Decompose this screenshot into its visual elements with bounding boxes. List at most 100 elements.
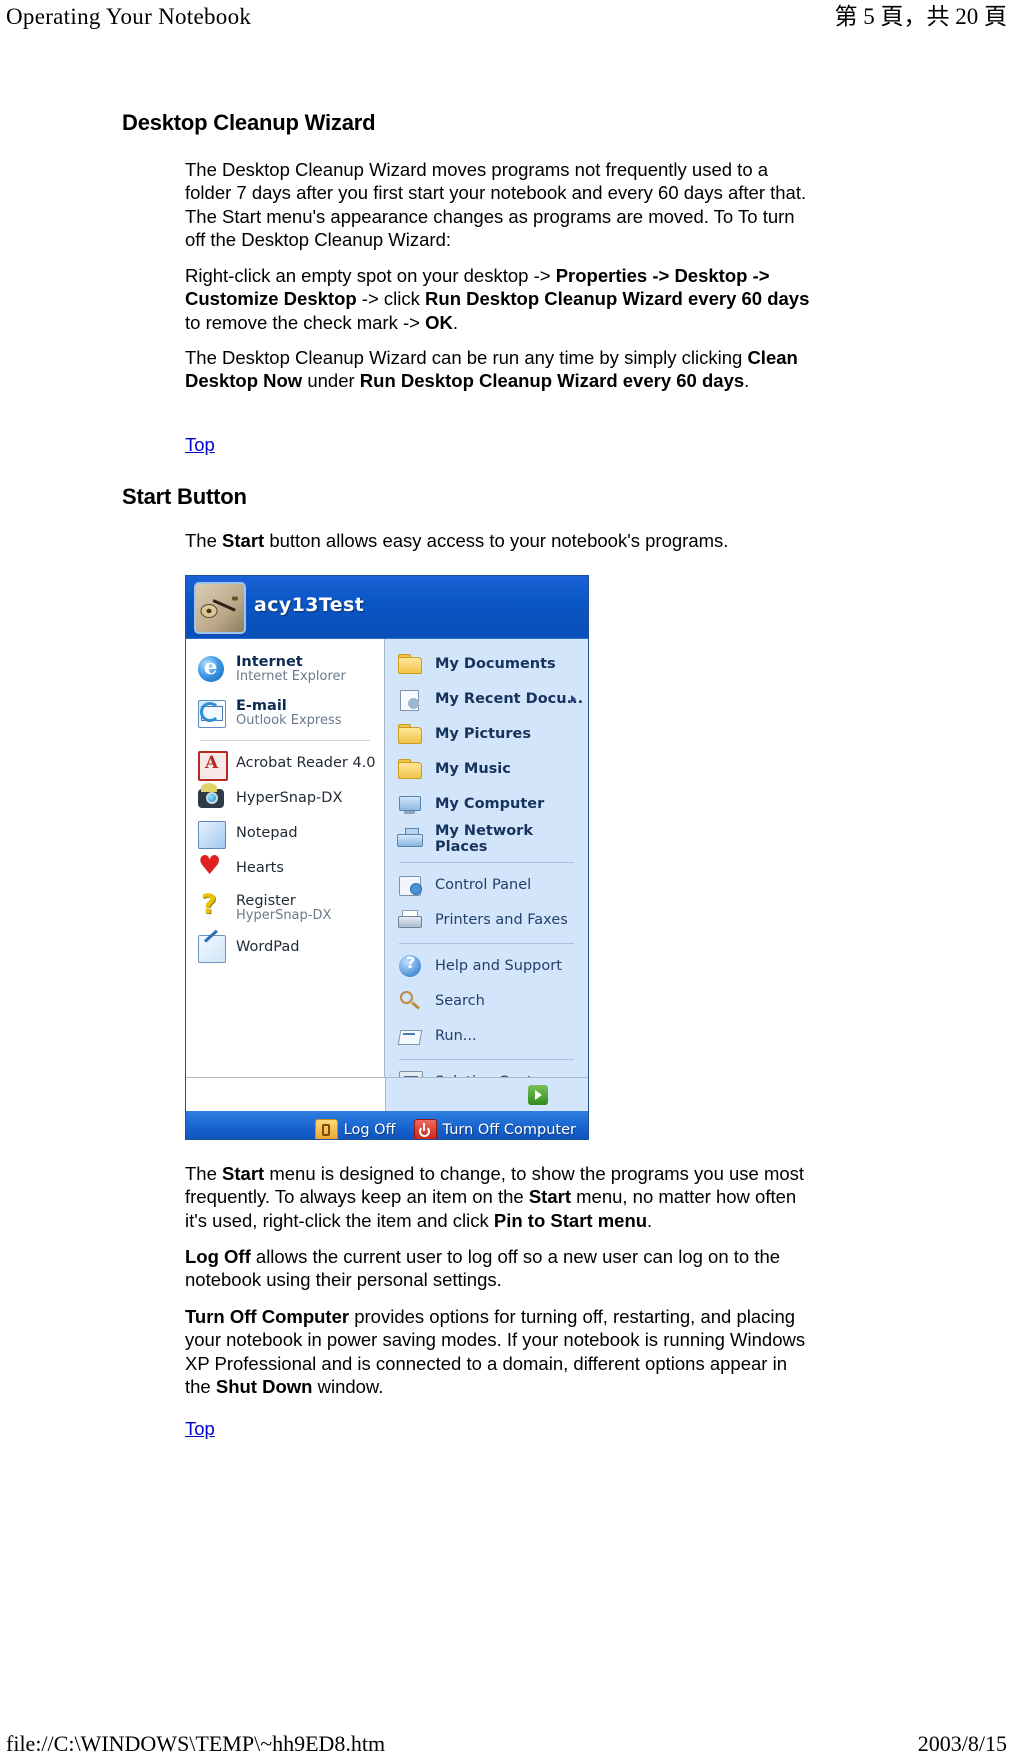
wordpad-icon xyxy=(198,933,228,963)
acrobat-reader-icon-glyph xyxy=(198,750,228,781)
start-menu-item[interactable]: Hearts xyxy=(186,851,384,886)
start-button-paragraph-2: The Start menu is designed to change, to… xyxy=(185,1162,810,1232)
search-icon xyxy=(397,987,427,1017)
folder-pictures-icon-glyph xyxy=(397,722,423,748)
start-menu-item-label: My Documents xyxy=(435,655,556,672)
wordpad-icon-glyph xyxy=(198,934,226,963)
start-menu-item[interactable]: WordPad xyxy=(186,930,384,965)
help-support-icon xyxy=(397,952,427,982)
all-programs-right-fill xyxy=(385,1078,588,1111)
start-menu-item[interactable]: E-mail Outlook Express xyxy=(186,691,384,735)
start-menu-item-label: E-mail xyxy=(236,697,287,714)
notepad-icon-glyph xyxy=(198,820,226,849)
sb-p4-bold-1: Turn Off Computer xyxy=(185,1306,350,1327)
internet-explorer-icon xyxy=(198,654,228,684)
sb-p3-bold-1: Log Off xyxy=(185,1246,251,1267)
p2-text-3: to remove the check mark -> xyxy=(185,311,426,333)
header-document-title: Operating Your Notebook xyxy=(6,4,252,29)
start-menu-screenshot: acy13Test InternetInternet ExplorerE-mai… xyxy=(185,575,589,1140)
p2-text-1: Right-click an empty spot on your deskto… xyxy=(185,265,556,286)
hearts-icon-glyph xyxy=(198,851,224,882)
log-off-button[interactable]: Log Off xyxy=(314,1118,396,1139)
start-menu-item-label: Internet xyxy=(236,653,303,670)
start-menu-item-label: Printers and Faxes xyxy=(435,911,568,928)
top-link-start-button[interactable]: Top xyxy=(185,1418,215,1440)
folder-music-icon-glyph xyxy=(397,757,423,783)
header-page-number: 第 5 頁，共 20 頁 xyxy=(834,4,1008,29)
start-menu-item[interactable]: HyperSnap-DX xyxy=(186,781,384,816)
start-menu-item[interactable]: Acrobat Reader 4.0 xyxy=(186,746,384,781)
turn-off-computer-button[interactable]: Turn Off Computer xyxy=(413,1118,576,1139)
start-menu-user-banner: acy13Test xyxy=(186,576,588,639)
outlook-express-icon-glyph xyxy=(198,700,226,728)
start-menu-item-label: My Pictures xyxy=(435,725,531,742)
control-panel-icon-glyph xyxy=(397,873,423,899)
top-link-desktop-cleanup[interactable]: Top xyxy=(185,434,215,456)
start-menu-item[interactable]: Run... xyxy=(385,1019,588,1054)
p2-text-2: -> click xyxy=(356,288,426,310)
start-menu-item[interactable]: My Computer xyxy=(385,787,588,822)
start-menu-item[interactable]: My Documents xyxy=(385,647,588,682)
page-header: Operating Your Notebook 第 5 頁，共 20 頁 xyxy=(0,0,1013,34)
question-mark-icon xyxy=(198,889,228,923)
page-title-start-button: Start Button xyxy=(122,484,247,509)
start-menu-item-label: My Network Places xyxy=(435,823,533,855)
start-menu-item[interactable]: My Network Places xyxy=(385,822,588,857)
sb-p2-bold-2: Start xyxy=(528,1186,571,1208)
start-menu-item[interactable]: My Recent Docu... xyxy=(385,682,588,717)
menu-separator xyxy=(399,862,574,863)
my-computer-icon-glyph xyxy=(397,792,423,818)
internet-explorer-icon-glyph xyxy=(198,654,224,682)
start-menu-item-label: Search xyxy=(435,992,485,1009)
sb-p4-bold-2: Shut Down xyxy=(215,1375,313,1397)
start-menu-bottom-bar: Log Off Turn Off Computer xyxy=(186,1111,588,1139)
outlook-express-icon xyxy=(198,698,228,728)
search-icon-glyph xyxy=(397,989,423,1015)
run-icon xyxy=(397,1022,427,1052)
start-menu-item[interactable]: Help and Support xyxy=(385,949,588,984)
question-mark-icon-glyph xyxy=(198,889,224,921)
start-menu-item-label: Hearts xyxy=(236,859,284,876)
p2-text-4: . xyxy=(452,311,458,333)
run-icon-glyph xyxy=(397,1024,423,1050)
desktop-cleanup-paragraph-2: Right-click an empty spot on your deskto… xyxy=(185,264,810,334)
hearts-icon xyxy=(198,851,228,884)
start-menu-item[interactable]: RegisterHyperSnap-DX xyxy=(186,886,384,930)
control-panel-icon xyxy=(397,871,427,901)
avatar xyxy=(194,582,246,634)
start-menu-item[interactable]: Printers and Faxes xyxy=(385,903,588,938)
start-menu-item-label: HyperSnap-DX xyxy=(236,789,343,806)
notepad-icon xyxy=(198,819,228,849)
start-menu-item[interactable]: Notepad xyxy=(186,816,384,851)
page-title-desktop-cleanup-wizard: Desktop Cleanup Wizard xyxy=(122,110,376,135)
sb-p2-text-4: . xyxy=(647,1209,653,1231)
sb-p1-bold-1: Start xyxy=(222,530,265,551)
folder-pictures-icon xyxy=(397,720,427,750)
start-menu-item-label: Help and Support xyxy=(435,957,562,974)
all-programs-row[interactable]: All Programs xyxy=(186,1077,588,1111)
folder-music-icon xyxy=(397,755,427,785)
start-menu-item-label: Acrobat Reader 4.0 xyxy=(236,754,376,771)
start-menu-item[interactable]: My Music xyxy=(385,752,588,787)
p3-text-2: under xyxy=(302,370,360,392)
start-menu-item[interactable]: Search xyxy=(385,984,588,1019)
folder-documents-icon xyxy=(397,650,427,680)
start-menu-item[interactable]: My Pictures xyxy=(385,717,588,752)
start-menu-item[interactable]: InternetInternet Explorer xyxy=(186,647,384,691)
recent-documents-icon xyxy=(397,685,427,715)
p3-text-3: . xyxy=(744,370,750,392)
acrobat-reader-icon xyxy=(198,749,228,781)
start-menu-item-label: My Music xyxy=(435,760,511,777)
page-footer: file://C:\WINDOWS\TEMP\~hh9ED8.htm 2003/… xyxy=(0,1722,1013,1756)
sb-p1-text-2: button allows easy access to your notebo… xyxy=(264,530,729,551)
menu-separator xyxy=(399,943,574,944)
start-menu-username: acy13Test xyxy=(254,594,365,616)
start-menu-item-label: Register xyxy=(236,892,296,909)
start-menu-item-label: Run... xyxy=(435,1027,477,1044)
start-menu-item-sublabel: Internet Explorer xyxy=(236,668,346,684)
start-menu-item[interactable]: Control Panel xyxy=(385,868,588,903)
start-menu-body: InternetInternet ExplorerE-mailOutlook E… xyxy=(186,639,588,1095)
recent-documents-icon-glyph xyxy=(397,687,423,713)
sb-p2-bold-1: Start xyxy=(222,1163,265,1184)
start-menu-right-column: My Documents My Recent Docu... My Pictures… xyxy=(385,639,588,1095)
